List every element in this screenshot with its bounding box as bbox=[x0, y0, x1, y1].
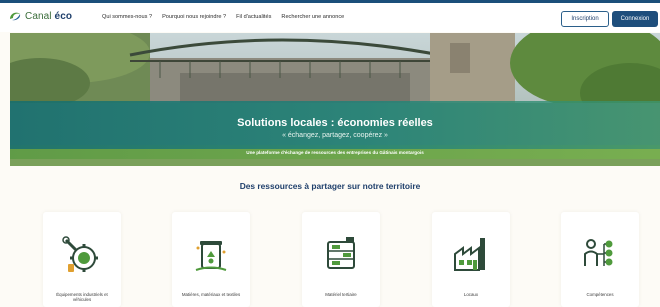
resource-card-materials[interactable]: Matières, matériaux et textiles bbox=[172, 212, 250, 307]
hero-subtitle: « échangez, partagez, coopérez » bbox=[282, 132, 388, 139]
office-equipment-icon bbox=[327, 237, 355, 269]
factory-building-icon bbox=[454, 238, 485, 271]
recycling-bin-icon bbox=[195, 241, 227, 271]
person-network-icon bbox=[584, 239, 613, 266]
brand-name: Canal éco bbox=[25, 10, 73, 22]
nav-link-why-join[interactable]: Pourquoi nous rejoindre ? bbox=[162, 14, 226, 20]
nav-link-news[interactable]: Fil d'actualités bbox=[236, 14, 271, 20]
hero-tagline: Une plateforme d'échange de ressources d… bbox=[246, 150, 424, 155]
resources-section-title: Des ressources à partager sur notre terr… bbox=[239, 181, 421, 191]
swirl-logo-icon bbox=[10, 12, 21, 21]
main-nav: Qui sommes-nous ? Pourquoi nous rejoindr… bbox=[102, 14, 344, 20]
gear-wrench-icon bbox=[62, 236, 98, 272]
hero-title: Solutions locales : économies réelles bbox=[237, 117, 433, 129]
resource-card-equipment[interactable]: Équipements industriels et véhicules bbox=[43, 212, 121, 307]
resource-card-label: Matières, matériaux et textiles bbox=[181, 292, 241, 297]
resource-card-premises[interactable]: Locaux bbox=[432, 212, 510, 307]
nav-link-about[interactable]: Qui sommes-nous ? bbox=[102, 14, 152, 20]
nav-link-search-ads[interactable]: Rechercher une annonce bbox=[281, 14, 344, 20]
login-button[interactable]: Connexion bbox=[612, 11, 658, 27]
brand-logo[interactable]: Canal éco bbox=[8, 10, 72, 22]
resource-card-label: Compétences bbox=[586, 292, 614, 297]
hero-banner: Solutions locales : économies réelles « … bbox=[10, 33, 660, 166]
resource-card-label: Équipements industriels et véhicules bbox=[56, 292, 108, 303]
site-header: Canal éco Qui sommes-nous ? Pourquoi nou… bbox=[0, 3, 660, 32]
resource-card-label: Locaux bbox=[463, 292, 479, 297]
resource-card-office[interactable]: Matériel tertiaire bbox=[302, 212, 380, 307]
resource-card-label: Matériel tertiaire bbox=[325, 292, 357, 297]
resource-card-skills[interactable]: Compétences bbox=[561, 212, 639, 307]
signup-button[interactable]: Inscription bbox=[561, 11, 609, 27]
